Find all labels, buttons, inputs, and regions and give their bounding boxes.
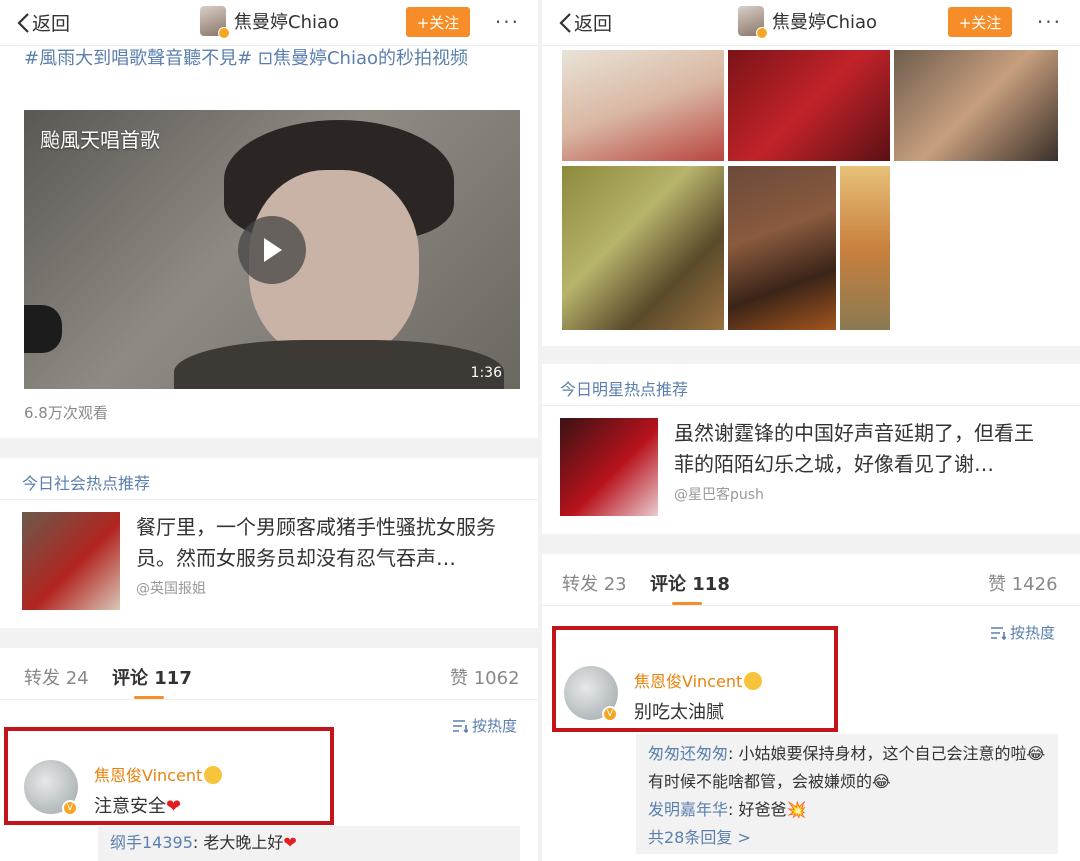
sort-label: 按热度 bbox=[472, 717, 518, 735]
photo-1[interactable] bbox=[562, 50, 724, 161]
reply-item: 发明嘉年华: 好爸爸💥 bbox=[648, 800, 807, 819]
reply-list[interactable]: 纲手14395: 老大晚上好❤ bbox=[98, 826, 520, 861]
right-screenshot: 返回 焦曼婷Chiao +关注 ··· 今日明星热点推荐 虽然谢霆锋的中国好声音… bbox=[542, 0, 1080, 861]
tab-underline bbox=[672, 602, 702, 605]
profile-header[interactable]: 焦曼婷Chiao bbox=[200, 6, 340, 39]
heart-icon: ❤ bbox=[283, 833, 297, 852]
photo-2[interactable] bbox=[728, 50, 890, 161]
tab-comment[interactable]: 评论 117 bbox=[112, 664, 192, 690]
post-text[interactable]: #風雨大到唱歌聲音聽不見# ⊡焦曼婷Chiao的秒拍视频 bbox=[24, 44, 514, 74]
news-card[interactable]: 虽然谢霆锋的中国好声音延期了，但看王菲的陌陌幻乐之城，好像看见了谢… @星巴客p… bbox=[560, 418, 1044, 516]
sort-label: 按热度 bbox=[1010, 624, 1056, 642]
back-label: 返回 bbox=[32, 13, 71, 35]
sort-icon bbox=[453, 719, 468, 733]
tab-like[interactable]: 赞 1426 bbox=[988, 570, 1058, 596]
more-replies-link[interactable]: 共28条回复 > bbox=[648, 824, 1046, 852]
page-title: 焦曼婷Chiao bbox=[234, 12, 340, 33]
reply-author[interactable]: 匆匆还匆匆 bbox=[648, 744, 728, 763]
verified-icon bbox=[756, 27, 768, 39]
nav-bar: 返回 焦曼婷Chiao +关注 ··· bbox=[542, 0, 1080, 46]
view-count: 6.8万次观看 bbox=[24, 404, 108, 422]
chevron-left-icon bbox=[17, 12, 29, 33]
comment-tabs: 转发 23 评论 118 赞 1426 bbox=[542, 556, 1080, 606]
avatar[interactable] bbox=[738, 6, 768, 39]
photo-3[interactable] bbox=[894, 50, 1058, 161]
sort-button[interactable]: 按热度 bbox=[990, 622, 1055, 643]
video-player[interactable]: 颱風天唱首歌 1:36 bbox=[24, 110, 520, 389]
avatar[interactable] bbox=[200, 6, 230, 39]
video-title: 颱風天唱首歌 bbox=[40, 128, 160, 152]
play-button[interactable] bbox=[238, 216, 306, 284]
reply-author[interactable]: 纲手14395 bbox=[110, 833, 193, 852]
reply-author[interactable]: 发明嘉年华 bbox=[648, 800, 728, 819]
page-title: 焦曼婷Chiao bbox=[772, 12, 878, 33]
chevron-left-icon bbox=[559, 12, 571, 33]
back-button[interactable]: 返回 bbox=[558, 9, 612, 36]
photo-5[interactable] bbox=[728, 166, 836, 330]
photo-4[interactable] bbox=[562, 166, 724, 330]
tab-underline bbox=[134, 696, 164, 699]
nav-bar: 返回 焦曼婷Chiao +关注 ··· bbox=[0, 0, 538, 46]
news-source: @星巴客push bbox=[674, 487, 764, 503]
news-title: 餐厅里，一个男顾客咸猪手性骚扰女服务员。然而女服务员却没有忍气吞声… bbox=[136, 515, 496, 570]
video-duration: 1:36 bbox=[470, 365, 502, 381]
tab-like[interactable]: 赞 1062 bbox=[450, 664, 520, 690]
news-title: 虽然谢霆锋的中国好声音延期了，但看王菲的陌陌幻乐之城，好像看见了谢… bbox=[674, 421, 1034, 476]
reply-item: 匆匆还匆匆: 小姑娘要保持身材，这个自己会注意的啦😂有时候不能啥都管，会被嫌烦的… bbox=[648, 744, 1046, 791]
follow-button[interactable]: +关注 bbox=[406, 7, 470, 37]
tab-repost[interactable]: 转发 24 bbox=[24, 664, 89, 690]
highlight-box bbox=[4, 727, 334, 825]
left-screenshot: 返回 焦曼婷Chiao +关注 ··· #風雨大到唱歌聲音聽不見# ⊡焦曼婷Ch… bbox=[0, 0, 538, 861]
tab-comment[interactable]: 评论 118 bbox=[650, 570, 730, 596]
sort-button[interactable]: 按热度 bbox=[452, 715, 517, 736]
news-thumbnail bbox=[22, 512, 120, 610]
sort-icon bbox=[991, 626, 1006, 640]
photo-6[interactable] bbox=[840, 166, 890, 330]
news-card[interactable]: 餐厅里，一个男顾客咸猪手性骚扰女服务员。然而女服务员却没有忍气吞声… @英国报姐 bbox=[22, 512, 506, 610]
news-source: @英国报姐 bbox=[136, 581, 206, 597]
more-icon[interactable]: ··· bbox=[1037, 10, 1062, 34]
verified-icon bbox=[218, 27, 230, 39]
reply-text: 好爸爸💥 bbox=[738, 800, 807, 819]
more-icon[interactable]: ··· bbox=[495, 10, 520, 34]
play-icon bbox=[264, 238, 282, 262]
comment-tabs: 转发 24 评论 117 赞 1062 bbox=[0, 650, 538, 700]
follow-button[interactable]: +关注 bbox=[948, 7, 1012, 37]
hot-topics-label: 今日明星热点推荐 bbox=[560, 380, 689, 399]
highlight-box bbox=[552, 626, 838, 732]
news-thumbnail bbox=[560, 418, 658, 516]
profile-header[interactable]: 焦曼婷Chiao bbox=[738, 6, 878, 39]
reply-text: 老大晚上好 bbox=[203, 833, 284, 852]
tab-repost[interactable]: 转发 23 bbox=[562, 570, 627, 596]
hot-topics-label: 今日社会热点推荐 bbox=[22, 474, 151, 493]
reply-list[interactable]: 匆匆还匆匆: 小姑娘要保持身材，这个自己会注意的啦😂有时候不能啥都管，会被嫌烦的… bbox=[636, 734, 1058, 854]
back-button[interactable]: 返回 bbox=[16, 9, 70, 36]
back-label: 返回 bbox=[574, 13, 613, 35]
